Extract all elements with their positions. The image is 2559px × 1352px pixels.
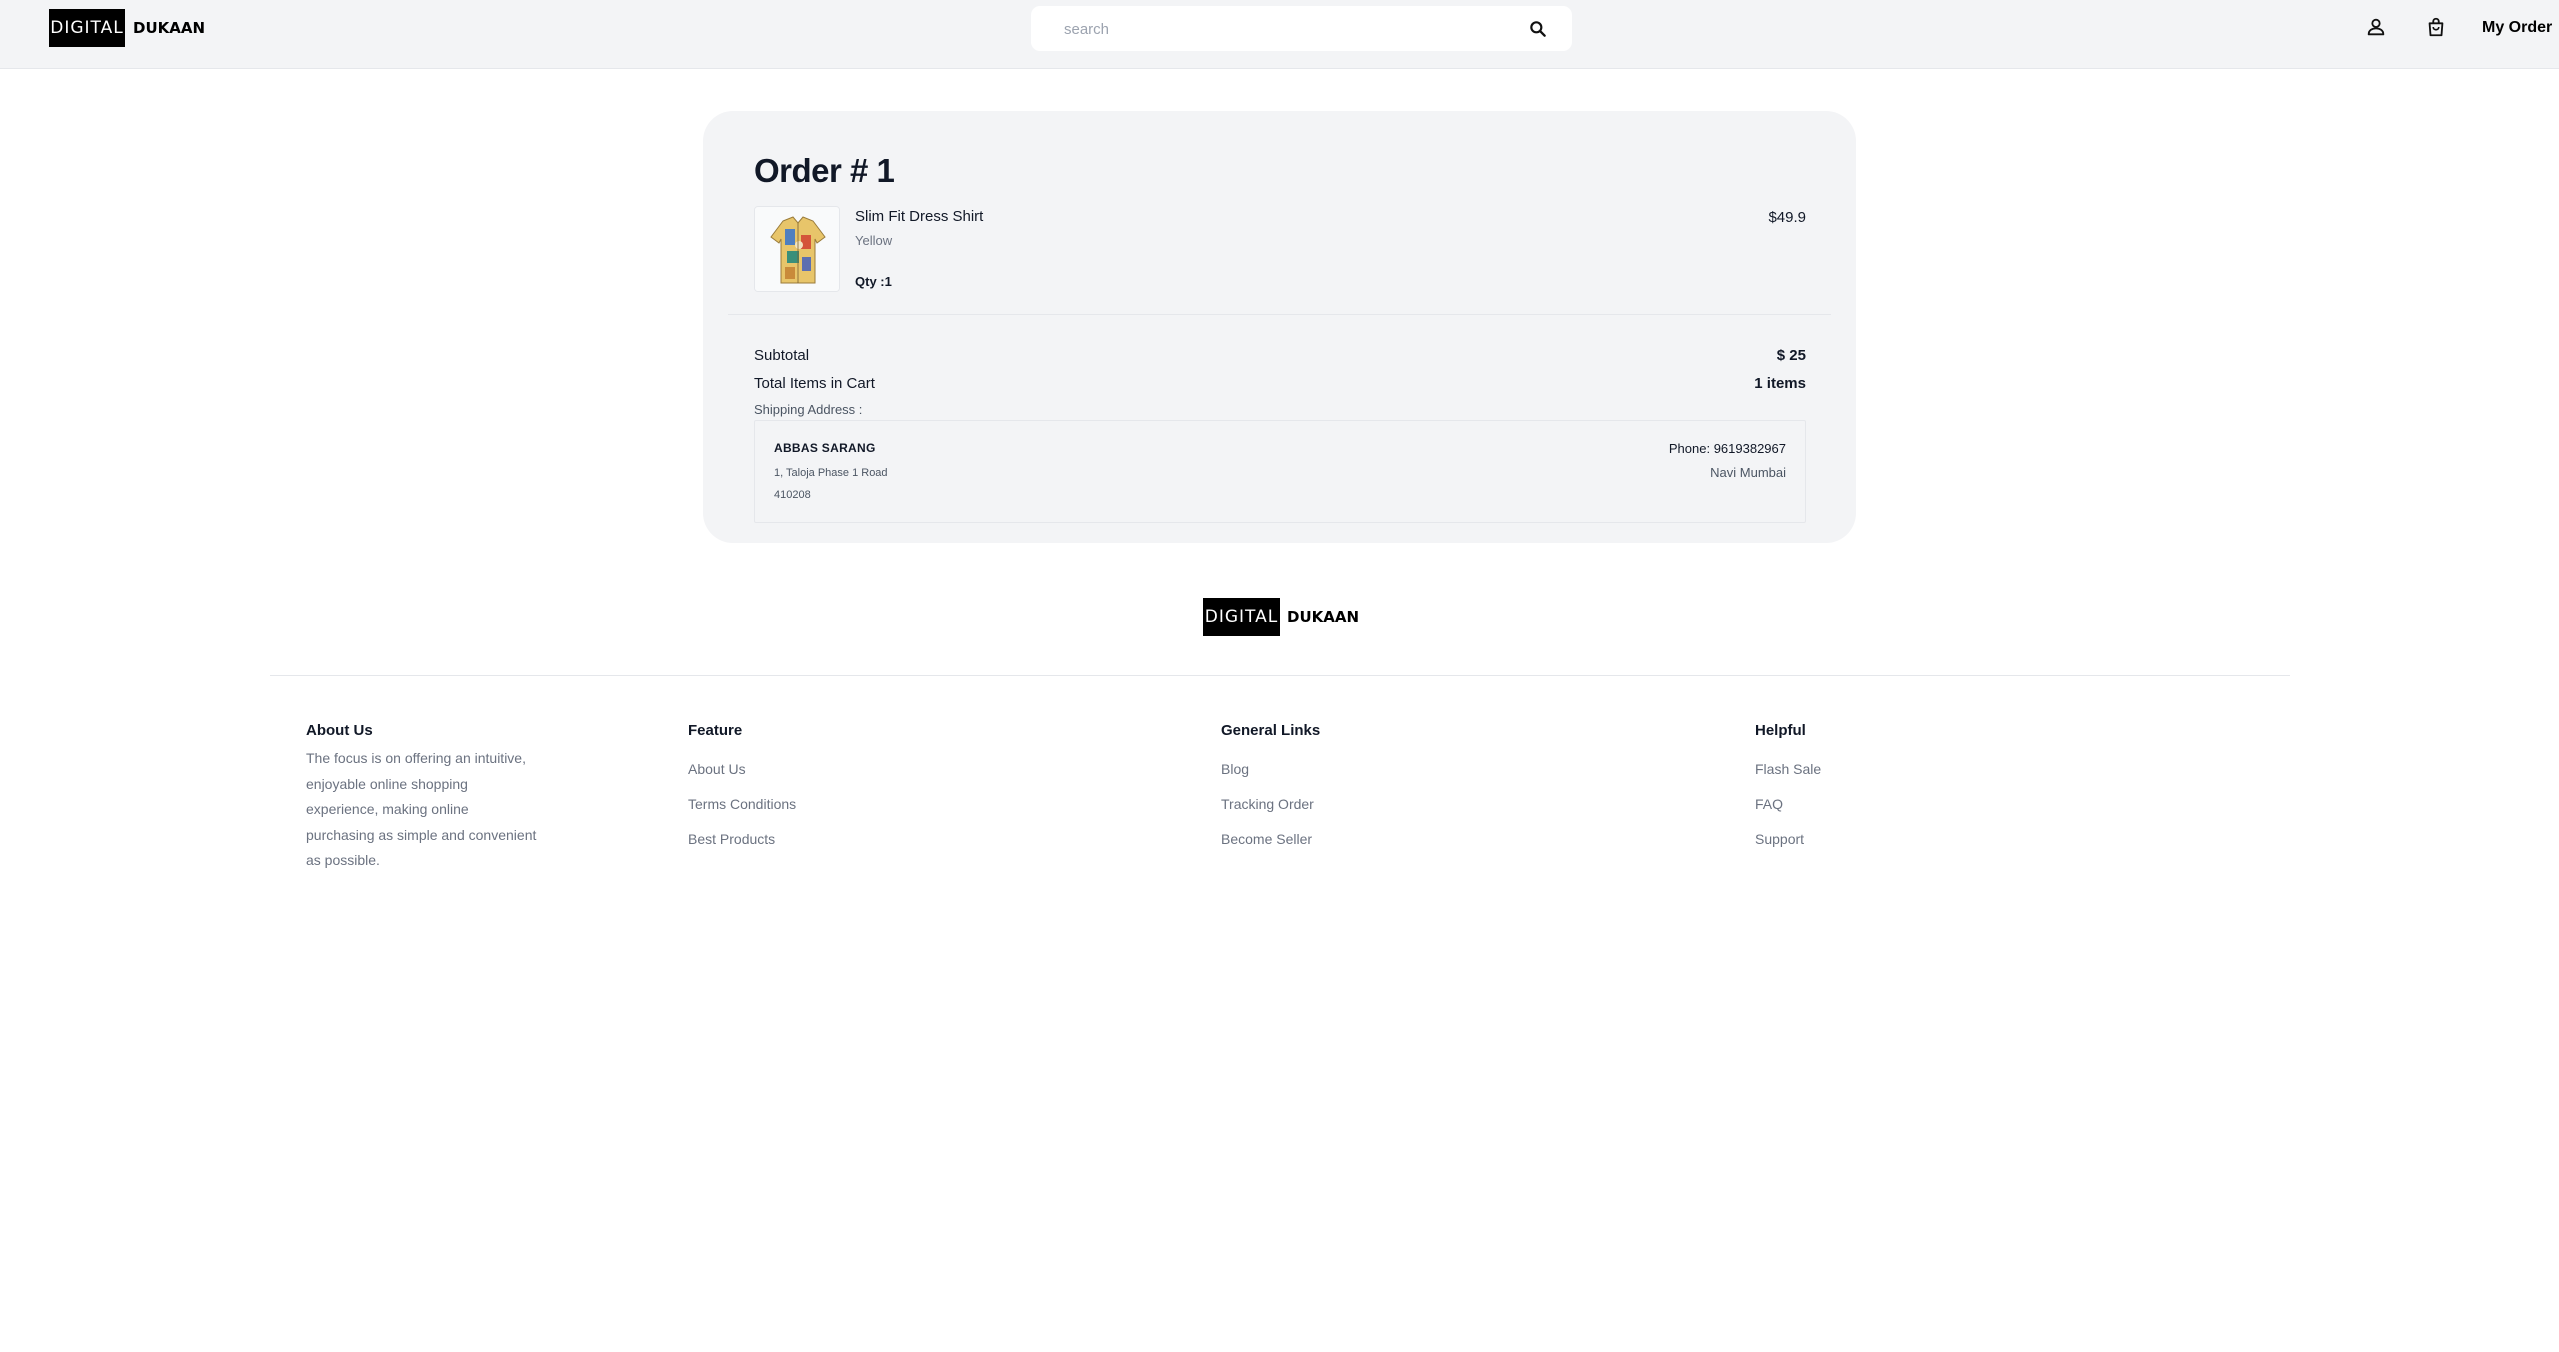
footer-link-faq[interactable]: FAQ: [1755, 796, 1821, 812]
shirt-image: [755, 207, 839, 291]
footer-divider: [270, 675, 2290, 676]
recipient-name: ABBAS SARANG: [774, 441, 876, 455]
subtotal-value: $ 25: [1776, 347, 1806, 364]
footer-link-become-seller[interactable]: Become Seller: [1221, 831, 1320, 847]
subtotal-label: Subtotal: [754, 347, 810, 364]
product-qty: Qty :1: [855, 274, 892, 289]
my-order-link[interactable]: My Order: [2482, 19, 2552, 37]
footer-about-text: The focus is on offering an intuitive, e…: [306, 750, 537, 868]
address-postcode: 410208: [774, 489, 811, 501]
footer-about: About Us The focus is on offering an int…: [306, 722, 538, 874]
footer-link-best-products[interactable]: Best Products: [688, 831, 796, 847]
total-items-value: 1 items: [1754, 375, 1806, 392]
address-city: Navi Mumbai: [1710, 465, 1786, 480]
product-image[interactable]: [754, 206, 840, 292]
order-title: Order # 1: [754, 152, 895, 189]
address-line1: 1, Taloja Phase 1 Road: [774, 467, 888, 479]
order-card: Order # 1 Slim Fit Dress Shirt Yellow Qt…: [703, 111, 1856, 543]
footer-logo-box-text: DIGITAL: [1203, 598, 1280, 636]
footer-link-terms[interactable]: Terms Conditions: [688, 796, 796, 812]
bag-icon[interactable]: [2425, 16, 2447, 38]
search-input[interactable]: [1064, 17, 1504, 41]
footer-about-heading: About Us: [306, 722, 373, 739]
footer-link-support[interactable]: Support: [1755, 831, 1821, 847]
search-bar: [1031, 6, 1572, 51]
shipping-address-label: Shipping Address :: [754, 402, 863, 417]
product-price: $49.9: [1768, 209, 1806, 226]
footer-col-feature: Feature About Us Terms Conditions Best P…: [688, 722, 796, 847]
footer-feature-heading: Feature: [688, 722, 743, 739]
product-color: Yellow: [855, 233, 893, 248]
card-divider: [728, 314, 1831, 315]
shipping-address-box: ABBAS SARANG 1, Taloja Phase 1 Road 4102…: [754, 420, 1806, 523]
footer-logo-word: DUKAAN: [1287, 608, 1360, 626]
footer-logo[interactable]: DIGITAL DUKAAN: [1203, 598, 1359, 636]
footer-col-helpful: Helpful Flash Sale FAQ Support: [1755, 722, 1821, 847]
total-items-label: Total Items in Cart: [754, 375, 875, 392]
footer-link-about-us[interactable]: About Us: [688, 761, 796, 777]
footer-helpful-heading: Helpful: [1755, 722, 1806, 739]
product-name[interactable]: Slim Fit Dress Shirt: [855, 208, 983, 225]
top-navbar: DIGITAL DUKAAN My Order: [0, 0, 2559, 69]
search-icon[interactable]: [1528, 19, 1548, 39]
logo-box-text: DIGITAL: [49, 9, 125, 47]
footer-link-tracking[interactable]: Tracking Order: [1221, 796, 1320, 812]
brand-logo[interactable]: DIGITAL DUKAAN: [49, 9, 205, 47]
user-icon[interactable]: [2365, 16, 2387, 38]
logo-word: DUKAAN: [133, 19, 206, 37]
footer-general-heading: General Links: [1221, 722, 1321, 739]
recipient-phone: Phone: 9619382967: [1668, 441, 1786, 456]
footer-link-flash-sale[interactable]: Flash Sale: [1755, 761, 1821, 777]
footer-link-blog[interactable]: Blog: [1221, 761, 1320, 777]
footer-col-general: General Links Blog Tracking Order Become…: [1221, 722, 1320, 847]
